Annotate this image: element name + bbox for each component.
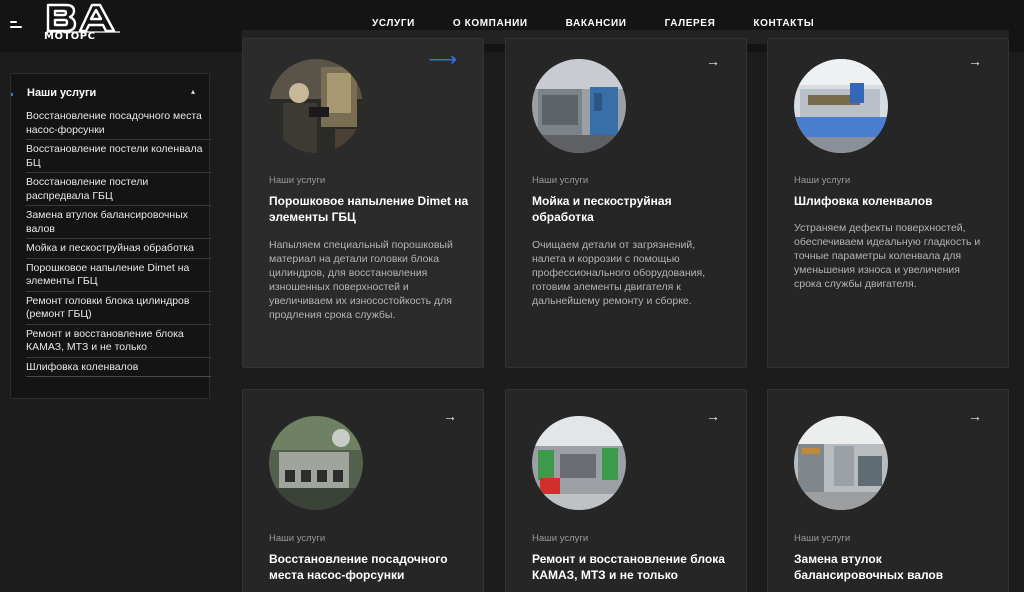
arrow-right-icon[interactable]: → xyxy=(706,408,720,424)
card-description: Напыляем специальный порошковый материал… xyxy=(269,239,453,321)
sidebar-item-washing-sandblasting[interactable]: Мойка и пескоструйная обработка xyxy=(26,242,211,259)
chevron-up-icon[interactable]: ▴ xyxy=(191,87,195,96)
service-card[interactable]: → Наши услуги Восстановление посадочного… xyxy=(242,389,484,592)
card-category: Наши услуги xyxy=(794,175,851,186)
services-sidebar: Наши услуги ▴ Восстановление посадочного… xyxy=(10,73,211,399)
sidebar-item-block-repair[interactable]: Ремонт и восстановление блока КАМАЗ, МТЗ… xyxy=(26,328,211,358)
sidebar-item-cylinder-head-repair[interactable]: Ремонт головки блока цилиндров (ремонт Г… xyxy=(26,295,211,325)
service-photo xyxy=(269,59,363,153)
card-category: Наши услуги xyxy=(532,175,589,186)
service-card[interactable]: → Наши услуги Мойка и пескоструйная обра… xyxy=(505,38,747,368)
service-photo xyxy=(794,59,888,153)
sidebar-item-balance-shaft-bushings[interactable]: Замена втулок балансировочных валов xyxy=(26,209,211,239)
nav-about[interactable]: О КОМПАНИИ xyxy=(453,18,528,29)
arrow-right-icon[interactable]: → xyxy=(968,408,982,424)
nav-contacts[interactable]: КОНТАКТЫ xyxy=(753,18,814,29)
service-card[interactable]: → Наши услуги Замена втулок балансировоч… xyxy=(767,389,1009,592)
logo[interactable]: МОТОРС xyxy=(44,3,124,45)
card-title[interactable]: Замена втулок балансировочных валов xyxy=(794,551,994,583)
card-category: Наши услуги xyxy=(794,533,851,544)
arrow-right-icon[interactable]: → xyxy=(968,53,982,69)
arrow-right-icon[interactable]: ⟶ xyxy=(428,47,457,72)
sidebar-item-injector-seat[interactable]: Восстановление посадочного места насос-ф… xyxy=(26,110,211,140)
card-category: Наши услуги xyxy=(269,175,326,186)
card-category: Наши услуги xyxy=(269,533,326,544)
sidebar-item-camshaft-bed[interactable]: Восстановление постели распредвала ГБЦ xyxy=(26,176,211,206)
service-card[interactable]: → Наши услуги Ремонт и восстановление бл… xyxy=(505,389,747,592)
card-description: Устраняем дефекты поверхностей, обеспечи… xyxy=(794,222,981,290)
logo-mark xyxy=(46,3,120,33)
card-title[interactable]: Восстановление посадочного места насос-ф… xyxy=(269,551,469,583)
arrow-right-icon[interactable]: → xyxy=(443,408,457,424)
service-photo xyxy=(532,59,626,153)
service-photo xyxy=(269,416,363,510)
sidebar-item-crankshaft-bed[interactable]: Восстановление постели коленвала БЦ xyxy=(26,143,211,173)
service-photo xyxy=(532,416,626,510)
card-title[interactable]: Шлифовка коленвалов xyxy=(794,193,994,209)
nav-services[interactable]: УСЛУГИ xyxy=(372,18,415,29)
sidebar-item-dimet-coating[interactable]: Порошковое напыление Dimet на элементы Г… xyxy=(26,262,211,292)
service-card[interactable]: ⟶ Наши услуги Порошковое напыление Dimet… xyxy=(242,38,484,368)
card-category: Наши услуги xyxy=(532,533,589,544)
card-title[interactable]: Порошковое напыление Dimet на элементы Г… xyxy=(269,193,469,225)
menu-icon[interactable] xyxy=(10,20,22,30)
sidebar-list: Восстановление посадочного места насос-ф… xyxy=(26,110,211,380)
nav-vacancies[interactable]: ВАКАНСИИ xyxy=(566,18,627,29)
sidebar-item-crankshaft-grinding[interactable]: Шлифовка коленвалов xyxy=(26,361,211,377)
sidebar-title[interactable]: Наши услуги xyxy=(27,87,96,99)
service-photo xyxy=(794,416,888,510)
arrow-right-icon[interactable]: → xyxy=(706,53,720,69)
service-card[interactable]: → Наши услуги Шлифовка коленвалов Устран… xyxy=(767,38,1009,368)
card-title[interactable]: Ремонт и восстановление блока КАМАЗ, МТЗ… xyxy=(532,551,732,583)
logo-subtitle: МОТОРС xyxy=(44,31,96,42)
sidebar-accent xyxy=(11,93,13,96)
main-nav: УСЛУГИ О КОМПАНИИ ВАКАНСИИ ГАЛЕРЕЯ КОНТА… xyxy=(353,18,833,29)
nav-gallery[interactable]: ГАЛЕРЕЯ xyxy=(665,18,716,29)
card-description: Очищаем детали от загрязнений, налета и … xyxy=(532,239,706,307)
card-title[interactable]: Мойка и пескоструйная обработка xyxy=(532,193,732,225)
